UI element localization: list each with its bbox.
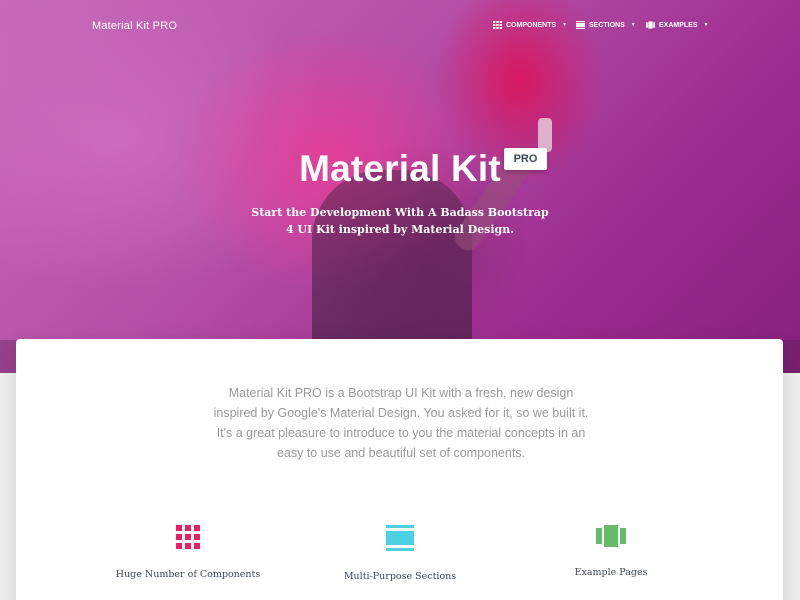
view-carousel-icon [596, 525, 626, 547]
pro-badge: PRO [504, 148, 547, 170]
top-navbar: Material Kit PRO COMPONENTS ▼ SECTIONS ▼… [0, 0, 800, 56]
brand-link[interactable]: Material Kit PRO [92, 20, 177, 32]
chevron-down-icon: ▼ [630, 22, 636, 28]
nav-examples[interactable]: EXAMPLES ▼ [646, 21, 708, 29]
feature-label: Multi-Purpose Sections [343, 571, 457, 582]
feature-label: Example Pages [574, 567, 648, 578]
feature-sections: Multi-Purpose Sections [300, 525, 500, 582]
nav-sections[interactable]: SECTIONS ▼ [576, 21, 636, 29]
feature-label: Huge Number of Components [115, 569, 261, 580]
feature-examples: Example Pages [511, 525, 711, 578]
view-day-icon [386, 525, 414, 551]
apps-grid-icon [176, 525, 200, 549]
intro-text: Material Kit PRO is a Bootstrap UI Kit w… [213, 386, 589, 460]
nav-examples-label: EXAMPLES [659, 21, 698, 29]
apps-grid-icon [493, 21, 502, 29]
hero-subtitle: Start the Development With A Badass Boot… [251, 206, 549, 236]
hero-smoke-flare [538, 118, 552, 152]
chevron-down-icon: ▼ [703, 22, 709, 28]
nav-components-label: COMPONENTS [506, 21, 557, 29]
nav-components[interactable]: COMPONENTS ▼ [493, 21, 567, 29]
feature-components: Huge Number of Components [88, 525, 288, 580]
hero-title-wrap: Material Kit [0, 148, 800, 190]
view-day-icon [576, 21, 585, 29]
view-carousel-icon [646, 21, 655, 29]
main-card: Material Kit PRO is a Bootstrap UI Kit w… [16, 339, 783, 600]
nav-sections-label: SECTIONS [589, 21, 625, 29]
chevron-down-icon: ▼ [562, 22, 568, 28]
hero-title: Material Kit [299, 148, 501, 189]
